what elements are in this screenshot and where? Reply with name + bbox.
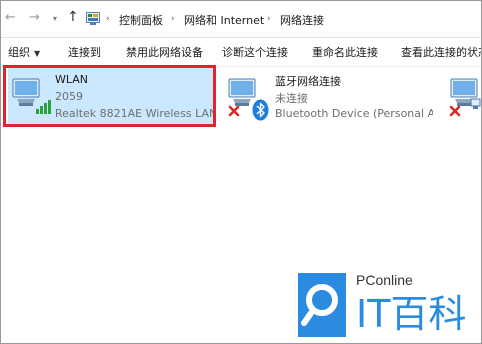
wifi-signal-icon — [12, 78, 51, 114]
breadcrumb-separator-icon: › — [267, 14, 271, 24]
disconnected-x-icon — [449, 105, 461, 117]
breadcrumb-control-panel[interactable]: 控制面板 — [119, 14, 163, 27]
address-bar: ← → ▾ ↑ › 控制面板 › 网络和 Internet › 网络连接 — [1, 1, 481, 37]
command-bar: 组织 ▼ 连接到 禁用此网络设备 诊断这个连接 重命名此连接 查看此连接的状态 — [1, 38, 481, 67]
forward-arrow-icon[interactable]: → — [29, 11, 40, 25]
breadcrumb-network-internet[interactable]: 网络和 Internet — [184, 14, 264, 27]
organize-label: 组织 — [8, 46, 30, 59]
bluetooth-icon — [252, 99, 269, 121]
breadcrumb-separator-icon: › — [171, 14, 175, 24]
diagnose-button[interactable]: 诊断这个连接 — [222, 46, 288, 59]
adapter-wlan[interactable]: WLAN 2059 Realtek 8821AE Wireless LAN ..… — [8, 67, 216, 127]
adapter-name: 蓝牙网络连接 — [275, 75, 341, 88]
adapter-ethernet[interactable] — [445, 67, 481, 127]
connect-to-button[interactable]: 连接到 — [68, 46, 101, 59]
adapter-status: 2059 — [55, 90, 83, 103]
up-arrow-icon[interactable]: ↑ — [67, 10, 79, 24]
network-cable-icon — [470, 98, 481, 109]
watermark-text: IT百科 — [356, 292, 466, 336]
adapter-device: Realtek 8821AE Wireless LAN ... — [55, 107, 213, 120]
explorer-window: ← → ▾ ↑ › 控制面板 › 网络和 Internet › 网络连接 组织 ▼… — [0, 0, 482, 344]
view-status-button[interactable]: 查看此连接的状态 — [401, 46, 481, 59]
rename-button[interactable]: 重命名此连接 — [312, 46, 378, 59]
recent-locations-chevron-icon[interactable]: ▾ — [53, 12, 57, 26]
back-arrow-icon[interactable]: ← — [5, 11, 16, 25]
disable-device-button[interactable]: 禁用此网络设备 — [126, 46, 203, 59]
adapter-status: 未连接 — [275, 92, 308, 105]
disconnected-x-icon — [228, 105, 240, 117]
watermark-brand: PConline — [356, 272, 413, 288]
control-panel-icon — [86, 12, 100, 25]
adapter-name: WLAN — [55, 73, 89, 86]
adapter-bluetooth[interactable]: 蓝牙网络连接 未连接 Bluetooth Device (Personal Ar… — [225, 67, 435, 127]
adapter-device: Bluetooth Device (Personal Ar... — [275, 107, 433, 120]
breadcrumb-separator-icon: › — [106, 14, 110, 24]
organize-menu-button[interactable]: 组织 ▼ — [8, 46, 40, 60]
pconline-watermark-logo: PConline IT百科 — [284, 267, 481, 343]
chevron-down-icon: ▼ — [34, 49, 41, 58]
breadcrumb-network-connections[interactable]: 网络连接 — [280, 14, 324, 27]
